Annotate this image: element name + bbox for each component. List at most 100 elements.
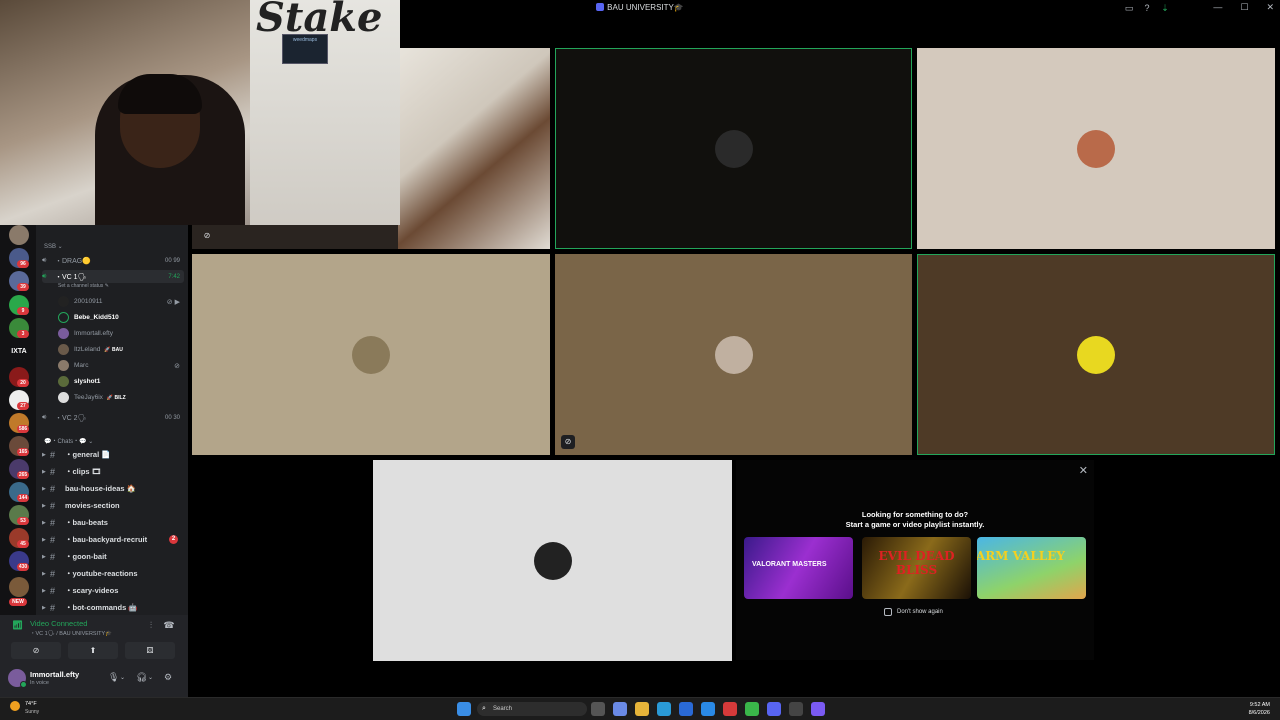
text-channel-bot-commands[interactable]: ▶ # ・bot-commands 🤖 [42,600,184,615]
category-header[interactable]: SSB ⌄ [44,243,63,250]
text-channel-scary-videos[interactable]: ▶ # ・scary-videos [42,583,184,598]
arrow-icon: ▶ [42,604,46,611]
voice-channel-drag[interactable]: 🔊︎ ・DRAG🟡 00 99 [42,254,184,267]
discord-icon[interactable] [767,702,781,716]
voice-channel-vc1[interactable]: 🔊︎ ・VC 1🗣 7:42 [42,270,184,283]
text-channel-goon-bait[interactable]: ▶ # ・goon-bait [42,549,184,564]
video-tile-participant[interactable] [373,460,732,661]
windows-taskbar: 74°F Sunny ⌕ Search 9:52 AM 8/6/2026 [0,697,1280,720]
video-tile-participant[interactable] [917,254,1275,455]
checkbox[interactable] [884,608,892,616]
video-tile-participant[interactable] [192,254,550,455]
avatar [58,328,69,339]
game-icon[interactable] [723,702,737,716]
avatar [58,376,69,387]
activity-subheading: Start a game or video playlist instantly… [845,520,985,529]
system-clock[interactable]: 9:52 AM 8/6/2026 [1249,701,1270,717]
text-channel-bau-backyard-recruit[interactable]: ▶ # ・bau-backyard-recruit 2 [42,532,184,547]
microphone-icon[interactable]: 🎙︎ [108,672,119,683]
text-channel-movies-section[interactable]: ▶ # movies-section [42,498,184,513]
headphones-icon[interactable]: 🎧︎ [136,672,147,683]
inbox-icon[interactable]: ▭ [1124,3,1134,13]
chevron-down-icon[interactable]: ⌄ [120,674,125,681]
app-icon[interactable] [811,702,825,716]
camera-off-button[interactable]: ⊘ [11,642,61,659]
help-icon[interactable]: ? [1142,3,1152,13]
start-button[interactable] [457,702,471,716]
streamer-hair [118,74,202,114]
arrow-icon: ▶ [42,485,46,492]
speaker-icon: 🔊︎ [42,256,47,264]
media-player-icon[interactable] [789,702,803,716]
server-text-icon[interactable]: IXTA [6,348,32,355]
game-card[interactable]: FARM VALLEY [977,537,1086,599]
video-tile-participant[interactable]: ⊘ [555,254,912,455]
text-channel-clips[interactable]: ▶ # ・clips 🎞 [42,464,184,479]
text-channel-general[interactable]: ▶ # ・general 📄 [42,447,184,462]
speaker-icon: 🔊︎ [42,413,47,421]
maximize-button[interactable]: ☐ [1240,2,1248,13]
edge-icon[interactable] [657,702,671,716]
video-tile-participant[interactable] [555,48,912,249]
participant-avatar [714,335,753,374]
hash-icon: # [50,534,56,545]
user-panel[interactable]: Immortall.efty In voice 🎙︎ ⌄ 🎧︎ ⌄ ⚙ [8,666,180,692]
game-card[interactable]: EVIL DEAD BLISS [862,537,971,599]
avatar [58,296,69,307]
connection-status[interactable]: Video Connected [30,619,87,628]
voice-member[interactable]: Bebe_Kidd510 [58,311,182,324]
voice-member[interactable]: Marc ⊘ [58,359,182,372]
user-status: In voice [30,680,49,686]
signal-icon[interactable]: 📶︎ [12,620,24,632]
store-icon[interactable] [679,702,693,716]
dont-show-again[interactable]: Don't show again [884,608,943,616]
gear-icon[interactable]: ⚙ [164,672,172,683]
video-tile-streaming[interactable] [398,48,550,249]
voice-member[interactable]: 20010911 ⊘ ▶ [58,295,182,308]
unread-badge: 2 [169,535,178,544]
title-bar-tools: ▭ ? ⇣ [1124,3,1170,13]
mention-badge: 39 [17,283,29,291]
text-channel-bau-beats[interactable]: ▶ # ・bau-beats [42,515,184,530]
hash-icon: # [50,449,56,460]
mention-badge: 430 [17,563,29,571]
vscode-icon[interactable] [701,702,715,716]
screen-share-button[interactable]: ⬆ [68,642,118,659]
weather-icon[interactable] [10,701,20,711]
activities-button[interactable]: ⚄ [125,642,175,659]
voice-member[interactable]: TeeJay6ix 🚀 BILZ [58,391,182,404]
minimize-button[interactable]: — [1213,2,1222,13]
disconnect-icon[interactable]: ☎ [163,620,175,632]
weather-desc[interactable]: Sunny [25,709,39,715]
copilot-icon[interactable] [613,702,627,716]
hash-icon: # [50,602,56,613]
server-avatar[interactable] [9,225,29,245]
server-avatar[interactable] [9,577,29,597]
game-card[interactable]: VALORANT MASTERS [744,537,853,599]
voice-member[interactable]: ItzLeland 🚀 BAU [58,343,182,356]
weather-temp[interactable]: 74°F [25,701,37,707]
mention-badge: 45 [17,540,29,548]
task-view-icon[interactable] [591,702,605,716]
text-channel-bau-house-ideas[interactable]: ▶ # bau-house-ideas 🏠 [42,481,184,496]
close-button[interactable]: ✕ [1266,2,1274,13]
voice-member[interactable]: Immortall.efty [58,327,182,340]
wall-sign: weedmaps [282,34,328,64]
video-tile-participant[interactable] [917,48,1275,249]
connection-channel[interactable]: ・VC 1🗣 / BAU UNIVERSITY🎓 [30,629,112,637]
search-box[interactable]: ⌕ Search [477,702,587,716]
voice-channel-vc2[interactable]: 🔊︎ ・VC 2🗣 00 30 [42,411,184,424]
noise-suppression-icon[interactable]: ⫶ [145,620,157,632]
category-header[interactable]: 💬・Chats・💬 ⌄ [44,436,93,445]
username: Immortall.efty [30,670,80,679]
chrome-icon[interactable] [745,702,759,716]
arrow-icon: ▶ [42,468,46,475]
server-icon [596,3,605,11]
channel-status[interactable]: Set a channel status ✎ [58,283,109,289]
close-icon[interactable]: ✕ [1079,464,1088,477]
download-icon[interactable]: ⇣ [1160,3,1170,13]
chevron-down-icon[interactable]: ⌄ [148,674,153,681]
file-explorer-icon[interactable] [635,702,649,716]
text-channel-youtube-reactions[interactable]: ▶ # ・youtube-reactions [42,566,184,581]
voice-member[interactable]: slyshot1 [58,375,182,388]
